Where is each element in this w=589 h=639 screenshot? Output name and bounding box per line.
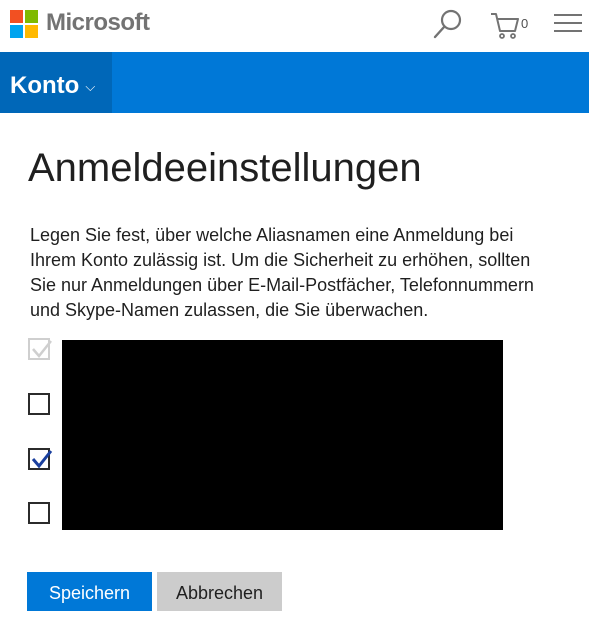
alias-checkbox-2[interactable] [28, 393, 50, 415]
alias-checkbox-3[interactable] [28, 448, 53, 470]
cart-count: 0 [521, 16, 529, 31]
cart-icon [491, 13, 519, 39]
hamburger-menu-icon[interactable] [554, 14, 582, 36]
page-title: Anmeldeeinstellungen [28, 146, 422, 190]
account-nav-bar: Konto ⌵ [0, 52, 589, 113]
alias-checkbox-4[interactable] [28, 502, 50, 524]
alias-checkbox-1 [28, 338, 52, 360]
cart-button[interactable]: 0 [490, 12, 534, 42]
search-button[interactable] [432, 8, 464, 42]
page-description: Legen Sie fest, über welche Aliasnamen e… [30, 225, 534, 320]
redacted-alias-list [62, 340, 503, 530]
microsoft-logo-icon[interactable] [10, 10, 39, 39]
checkmark-icon [32, 340, 52, 358]
cancel-button[interactable]: Abbrechen [157, 572, 282, 611]
search-icon [433, 9, 462, 39]
account-menu-label: Konto [10, 72, 80, 99]
account-menu-button[interactable]: Konto ⌵ [0, 52, 112, 113]
chevron-down-icon: ⌵ [85, 79, 96, 94]
checkmark-icon [31, 450, 53, 469]
top-header: Microsoft 0 [0, 0, 589, 52]
save-button[interactable]: Speichern [27, 572, 152, 611]
brand-name[interactable]: Microsoft [46, 9, 150, 37]
